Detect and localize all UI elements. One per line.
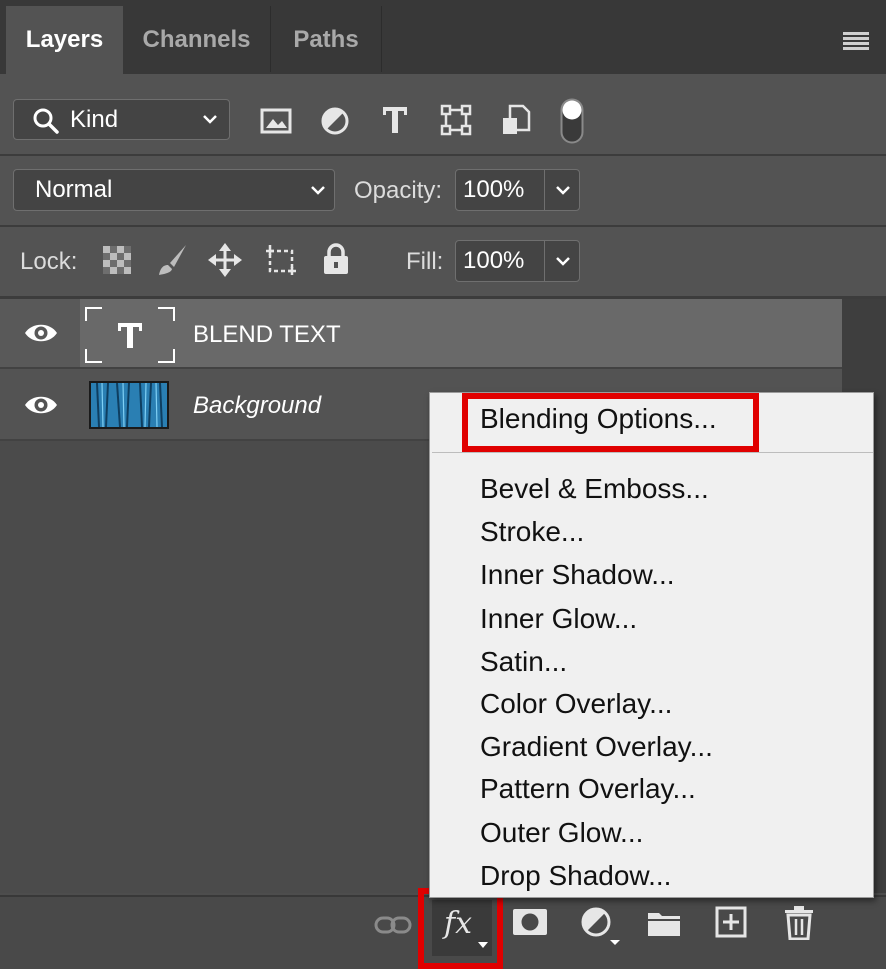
image-filter-icon[interactable]: [258, 104, 294, 138]
opacity-field[interactable]: 100%: [455, 169, 580, 211]
background-layer-thumbnail: [89, 381, 169, 429]
menu-item-pattern-overlay[interactable]: Pattern Overlay...: [480, 773, 696, 805]
trash-icon[interactable]: [782, 904, 816, 942]
new-layer-icon[interactable]: [714, 904, 748, 940]
tab-channels[interactable]: Channels: [123, 6, 270, 74]
lock-transparent-icon[interactable]: [100, 243, 134, 277]
folder-icon[interactable]: [646, 906, 682, 940]
lock-all-icon[interactable]: [320, 241, 352, 277]
chevron-down-icon[interactable]: [555, 255, 571, 267]
filter-kind-label: Kind: [70, 106, 119, 133]
opacity-label: Opacity:: [354, 177, 443, 204]
filter-kind-select[interactable]: Kind: [13, 99, 230, 140]
lock-image-icon[interactable]: [154, 241, 190, 279]
filter-toggle-icon[interactable]: [560, 98, 584, 144]
blend-mode-value: Normal: [35, 176, 113, 203]
tab-paths[interactable]: Paths: [271, 6, 381, 74]
menu-item-color-overlay[interactable]: Color Overlay...: [480, 688, 672, 720]
layer-visibility-toggle[interactable]: [0, 369, 80, 439]
lock-label: Lock:: [20, 248, 78, 275]
opacity-value: 100%: [463, 176, 525, 203]
chevron-down-icon: [310, 184, 326, 196]
panel-menu-icon[interactable]: [840, 28, 872, 54]
layer-visibility-toggle[interactable]: [0, 299, 80, 367]
eye-icon[interactable]: [24, 393, 58, 417]
divider: [0, 225, 886, 227]
menu-item-drop-shadow[interactable]: Drop Shadow...: [480, 860, 671, 892]
layer-name: Background: [193, 392, 322, 419]
lock-artboard-icon[interactable]: [262, 241, 300, 279]
menu-item-gradient-overlay[interactable]: Gradient Overlay...: [480, 731, 713, 763]
blend-mode-select[interactable]: Normal: [13, 169, 335, 211]
field-divider: [544, 241, 545, 281]
tab-layers[interactable]: Layers: [6, 6, 123, 74]
mask-icon[interactable]: [510, 906, 550, 938]
menu-item-bevel-emboss[interactable]: Bevel & Emboss...: [480, 473, 709, 505]
link-icon[interactable]: [372, 910, 414, 940]
fill-label: Fill:: [406, 248, 444, 275]
blending-options-highlight: [462, 393, 759, 452]
chevron-down-icon[interactable]: [555, 184, 571, 196]
layer-style-menu: Blending Options... Bevel & Emboss... St…: [429, 392, 874, 898]
fx-button-highlight: [418, 888, 503, 969]
menu-item-outer-glow[interactable]: Outer Glow...: [480, 817, 643, 849]
fill-value: 100%: [463, 247, 525, 274]
chevron-down-icon: [202, 113, 218, 125]
fill-field[interactable]: 100%: [455, 240, 580, 282]
type-filter-icon[interactable]: [378, 102, 412, 138]
menu-item-stroke[interactable]: Stroke...: [480, 516, 584, 548]
eye-icon[interactable]: [24, 321, 58, 345]
menu-item-satin[interactable]: Satin...: [480, 646, 567, 678]
search-icon: [32, 107, 60, 135]
menu-separator: [432, 452, 873, 453]
adjustment-layer-icon[interactable]: [578, 904, 622, 946]
smart-object-filter-icon[interactable]: [498, 102, 534, 138]
adjustment-filter-icon[interactable]: [318, 104, 352, 138]
divider: [0, 154, 886, 156]
menu-item-inner-glow[interactable]: Inner Glow...: [480, 603, 637, 635]
lock-position-icon[interactable]: [206, 241, 244, 279]
layer-row-blend-text[interactable]: BLEND TEXT: [80, 299, 842, 367]
text-layer-thumbnail: [85, 307, 175, 363]
layer-name: BLEND TEXT: [193, 321, 341, 348]
tab-divider: [381, 6, 382, 72]
shape-filter-icon[interactable]: [438, 102, 474, 138]
field-divider: [544, 170, 545, 210]
menu-item-inner-shadow[interactable]: Inner Shadow...: [480, 559, 675, 591]
